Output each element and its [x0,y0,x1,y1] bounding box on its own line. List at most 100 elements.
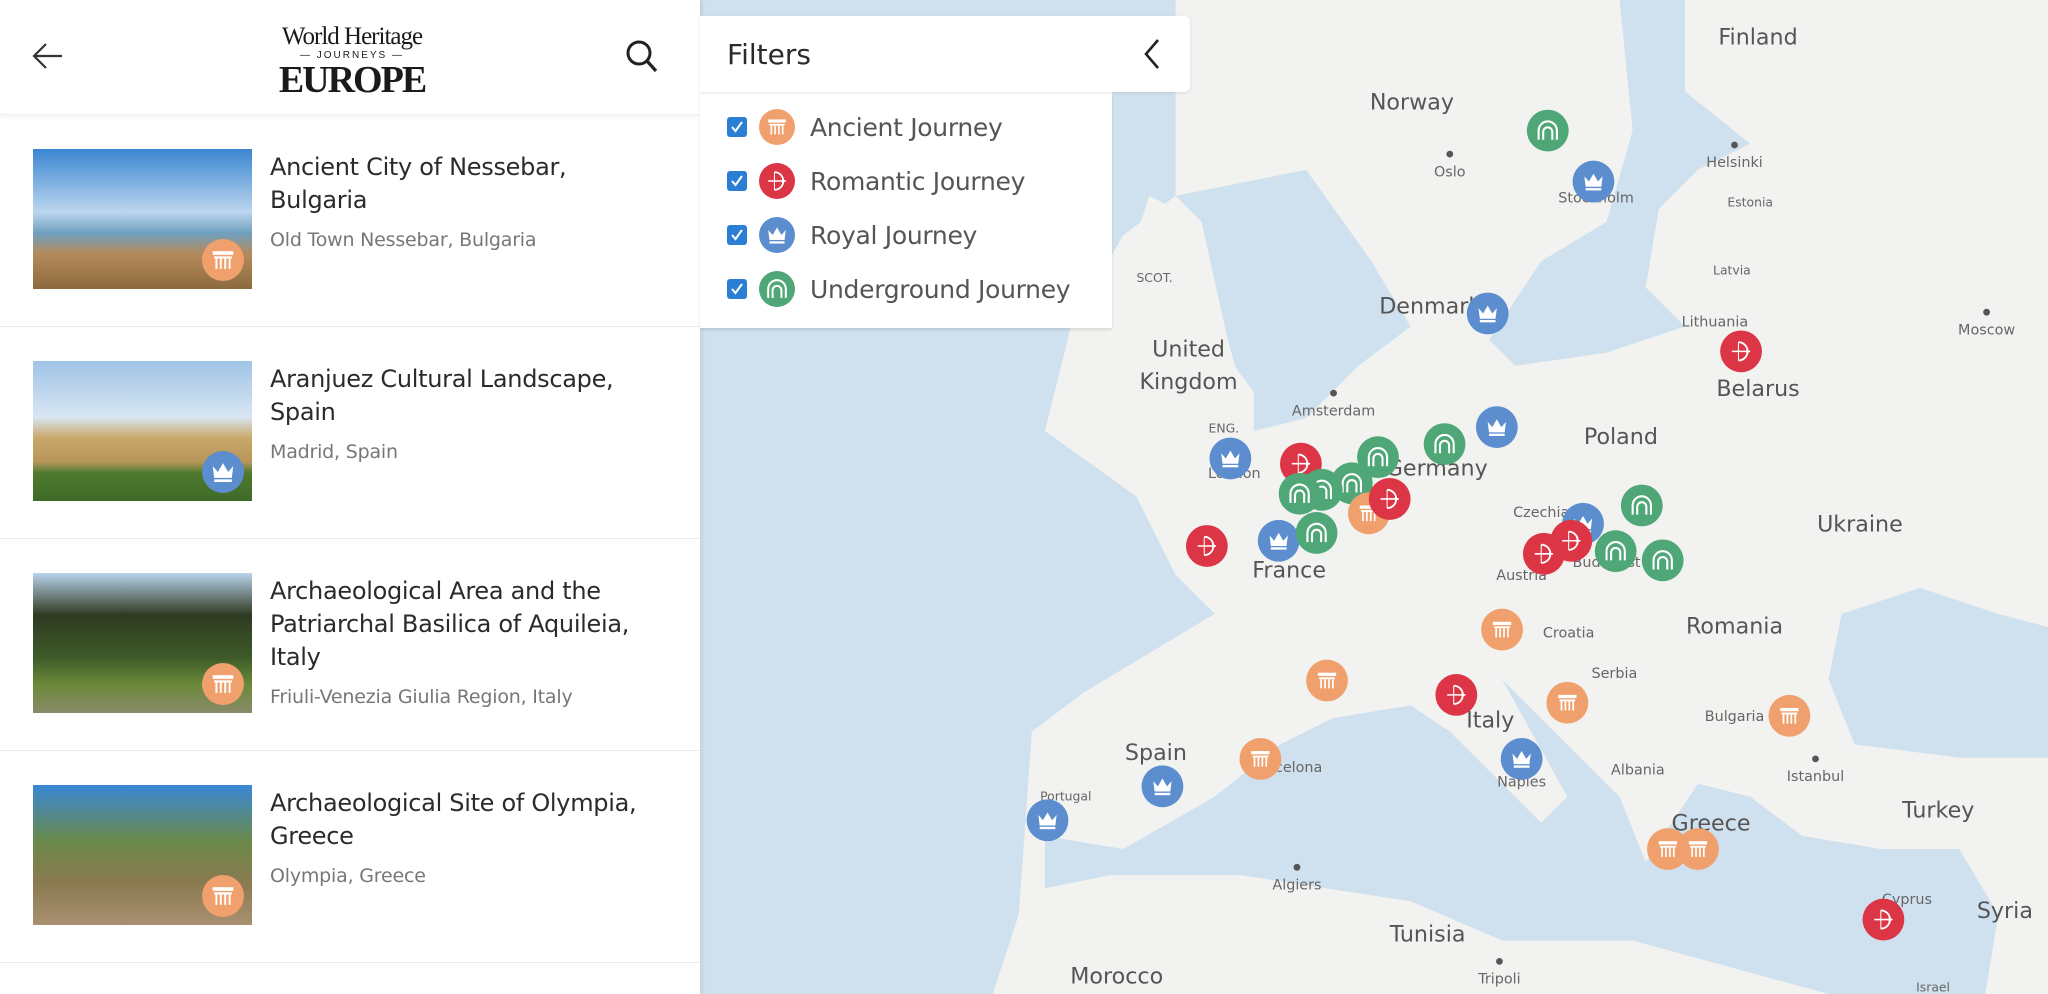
site-title: Ancient City of Nessebar, Bulgaria [270,153,567,214]
site-list-item[interactable]: Aranjuez Cultural Landscape, Spain Madrid… [0,327,700,539]
site-thumbnail [33,361,252,501]
filter-underground[interactable]: Underground Journey [700,262,1112,316]
map-label: Helsinki [1706,155,1762,171]
site-thumbnail [33,573,252,713]
map-label: Istanbul [1787,769,1844,785]
map-label: Ukraine [1817,512,1903,538]
map-label: France [1252,557,1326,583]
logo-line: World Heritage [281,23,423,50]
back-button[interactable] [28,36,68,76]
site-title: Archaeological Site of Olympia, Greece [270,789,637,850]
city-dot [1330,389,1337,397]
site-location: Friuli-Venezia Giulia Region, Italy [270,686,573,708]
site-location: Old Town Nessebar, Bulgaria [270,229,537,251]
map-marker-underground[interactable] [1641,539,1684,582]
map-marker-ancient[interactable] [1306,659,1348,702]
filter-list: Ancient Journey Romantic Journey Royal Jou… [700,92,1112,328]
map-marker-underground[interactable] [1423,423,1466,465]
map-marker-romantic[interactable] [1435,673,1478,716]
map-label: Romania [1686,613,1783,639]
map-label: Amsterdam [1292,403,1375,419]
map-marker-ancient[interactable] [1239,737,1282,780]
chevron-left-icon [1144,39,1159,69]
filter-romantic[interactable]: Romantic Journey [700,154,1112,208]
check-icon [731,283,743,295]
site-location: Madrid, Spain [270,441,398,463]
filter-checkbox[interactable] [727,171,747,191]
column-icon [202,663,244,705]
map-label: Italy [1466,708,1514,734]
map-label: Albania [1611,763,1665,779]
map-marker-underground[interactable] [1620,484,1663,527]
journey-icon [759,109,795,145]
filter-label: Royal Journey [810,220,978,250]
journey-icon [759,163,795,199]
map-marker-royal[interactable] [1475,406,1518,449]
map-marker-royal[interactable] [1500,737,1543,780]
map-marker-royal[interactable] [1209,437,1252,480]
map-label: Croatia [1543,625,1595,641]
bow-arrow-icon [759,163,795,199]
journey-badge [202,663,244,705]
journey-icon [759,271,795,307]
map-marker-royal[interactable] [1141,765,1184,808]
journey-icon [759,217,795,253]
map-marker-ancient[interactable] [1768,694,1811,737]
map-marker-royal[interactable] [1572,160,1615,203]
map-label: Morocco [1070,964,1163,990]
map-marker-royal[interactable] [1466,292,1509,335]
map-marker-ancient[interactable] [1481,608,1523,651]
filter-checkbox[interactable] [727,225,747,245]
city-dot [1983,308,1991,316]
site-list-item[interactable]: Archaeological Site of Olympia, Greece Ol… [0,751,700,963]
site-list-item[interactable]: Ancient City of Nessebar, Bulgaria Old To… [0,115,700,327]
map-label: Belarus [1716,376,1799,402]
map-label: Latvia [1713,262,1751,277]
city-dot [1446,150,1454,158]
crown-icon [759,217,795,253]
city-dot [1496,957,1503,965]
city-dot [1812,755,1819,763]
filter-label: Underground Journey [810,274,1071,304]
site-list-item[interactable]: Archaeological Area and the Patriarchal … [0,539,700,751]
filter-ancient[interactable]: Ancient Journey [700,100,1112,154]
logo: World Heritage — JOURNEYS — EUROPE [252,23,452,101]
filter-label: Romantic Journey [810,166,1026,196]
column-icon [759,109,795,145]
map-marker-ancient[interactable] [1546,681,1589,724]
map-marker-romantic[interactable] [1862,898,1905,941]
search-icon [626,40,658,73]
collapse-filters-button[interactable] [1138,36,1168,72]
column-icon [202,875,244,917]
site-title: Aranjuez Cultural Landscape, Spain [270,365,614,426]
check-icon [731,229,743,241]
map-marker-romantic[interactable] [1720,330,1762,373]
map-label: Tripoli [1477,972,1520,988]
city-dot [1293,863,1301,871]
map-marker-underground[interactable] [1594,530,1637,573]
check-icon [731,175,743,187]
filter-checkbox[interactable] [727,117,747,137]
site-title: Archaeological Area and the Patriarchal … [270,577,630,671]
map-marker-underground[interactable] [1295,512,1338,554]
site-thumbnail [33,785,252,925]
filters-title: Filters [727,38,811,71]
map-marker-royal[interactable] [1257,519,1300,562]
filter-royal[interactable]: Royal Journey [700,208,1112,262]
check-icon [731,121,743,133]
map-marker-romantic[interactable] [1185,525,1228,567]
filter-label: Ancient Journey [810,112,1003,142]
logo-line: EUROPE [278,59,427,101]
map-label: United [1152,337,1225,363]
site-list: Ancient City of Nessebar, Bulgaria Old To… [0,115,700,963]
map-marker-ancient[interactable] [1677,828,1719,870]
search-button[interactable] [622,36,662,76]
filter-checkbox[interactable] [727,279,747,299]
map-label: Moscow [1958,322,2015,338]
map-marker-romantic[interactable] [1550,519,1593,562]
map-marker-romantic[interactable] [1368,478,1411,520]
map-marker-underground[interactable] [1526,109,1569,152]
crown-icon [202,451,244,493]
map-marker-royal[interactable] [1026,799,1069,842]
map-marker-underground[interactable] [1278,472,1321,515]
